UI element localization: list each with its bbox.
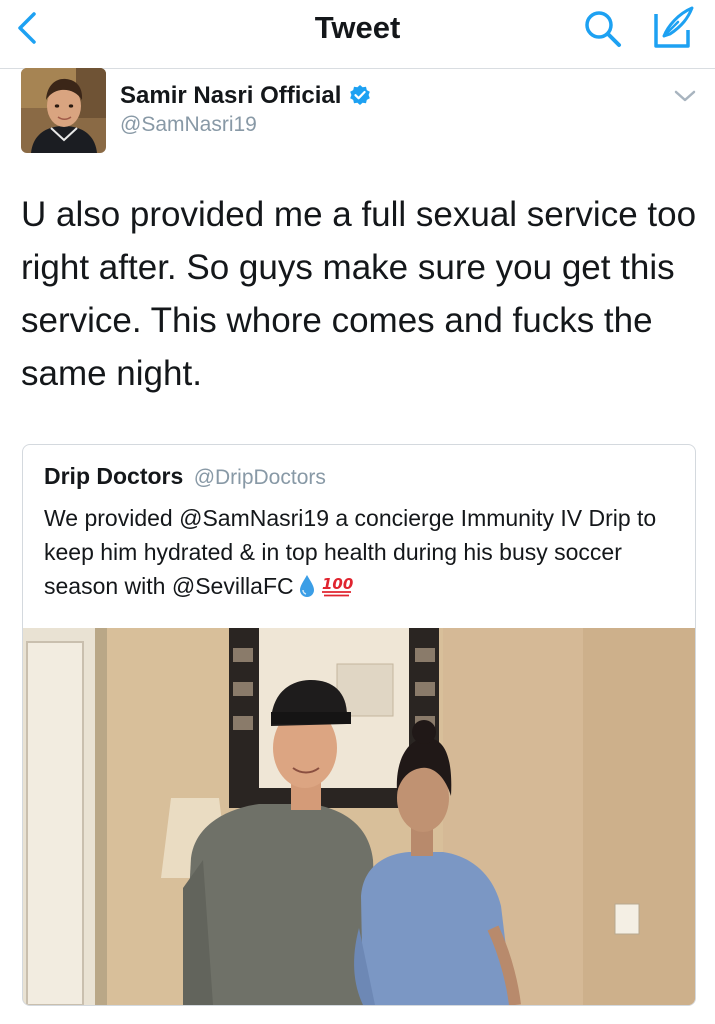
hundred-points-icon: 100 [321, 575, 353, 597]
author-handle[interactable]: @SamNasri19 [120, 112, 257, 138]
quoted-tweet-photo[interactable] [23, 628, 695, 1005]
tweet-text: U also provided me a full sexual service… [21, 195, 697, 393]
verified-badge-icon [350, 85, 371, 105]
avatar[interactable] [21, 68, 106, 153]
quoted-author-handle: @DripDoctors [193, 466, 326, 489]
search-icon[interactable] [580, 6, 624, 50]
quoted-tweet-card[interactable]: Drip Doctors @DripDoctors We provided @S… [22, 444, 696, 1006]
compose-icon[interactable] [648, 4, 698, 52]
droplet-icon [299, 575, 314, 597]
quoted-author-name: Drip Doctors [44, 463, 184, 489]
quoted-tweet-text: We provided @SamNasri19 a concierge Immu… [44, 505, 657, 599]
author-display-name[interactable]: Samir Nasri Official [120, 82, 371, 110]
quoted-tweet-header: Drip Doctors @DripDoctors [44, 461, 326, 493]
hundred-points-text: 100 [322, 575, 353, 593]
navigation-bar: Tweet [0, 0, 715, 69]
chevron-down-icon[interactable] [672, 86, 698, 106]
